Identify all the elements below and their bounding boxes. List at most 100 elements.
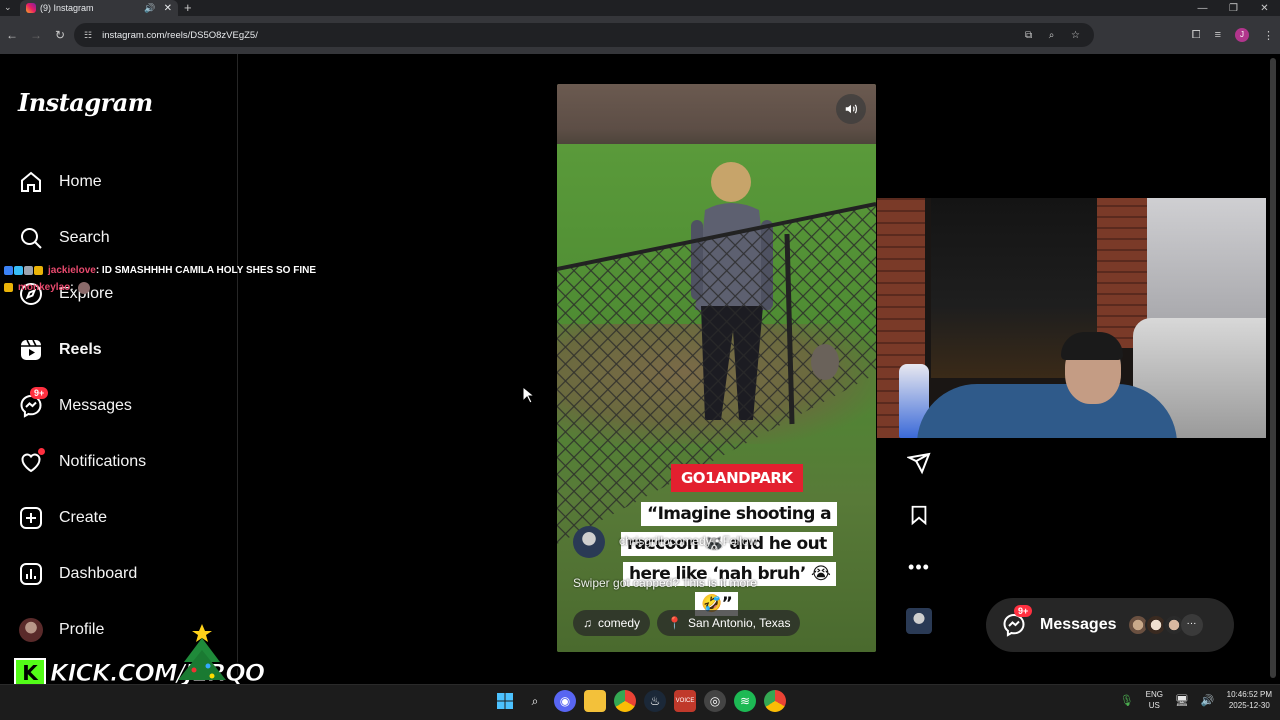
tab-audio-icon[interactable]: 🔊 [144,3,155,14]
discord-icon[interactable]: ◉ [554,690,576,712]
browser-menu-icon[interactable]: ⋮ [1263,29,1274,42]
chat-badge-icon [4,283,13,292]
instagram-page: Instagram Home Search Explore Reels 9+ M… [0,54,1280,684]
messages-badge: 9+ [30,387,49,399]
sidebar-item-create[interactable]: Create [18,501,107,535]
chrome-icon[interactable] [614,690,636,712]
steam-icon[interactable]: ♨ [644,690,666,712]
spotify-icon[interactable]: ≋ [734,690,756,712]
windows-taskbar: ⌕ ◉ ♨ VOICE ◎ ≋ 🎙 ENG US 🖥 🔊 10:46:52 PM… [0,684,1280,720]
sidebar-item-dashboard[interactable]: Dashboard [18,557,137,591]
browser-profile-avatar[interactable]: J [1235,28,1249,42]
chat-username: monkeylao [18,282,71,293]
reload-icon[interactable]: ↻ [48,28,72,42]
close-window-icon[interactable]: ✕ [1249,3,1280,14]
chat-text: : [70,282,74,293]
page-scrollbar[interactable] [1266,54,1280,684]
file-explorer-icon[interactable] [584,690,606,712]
tab-close-icon[interactable]: ✕ [164,3,172,14]
volume-icon[interactable]: 🔊 [1201,694,1215,707]
maximize-icon[interactable]: ❐ [1218,3,1249,14]
chat-badge-icon [14,266,23,275]
chat-emote-icon [77,281,90,294]
url-text[interactable]: instagram.com/reels/DS5O8zVEgZ5/ [102,30,1025,41]
dashboard-icon [18,561,44,587]
reel-description[interactable]: Swiper got capped? This is it more [573,576,757,590]
home-icon [18,169,44,195]
browser-toolbar: ← → ↻ ☷ instagram.com/reels/DS5O8zVEgZ5/… [0,16,1280,54]
send-icon [907,452,931,475]
scrollbar-thumb[interactable] [1270,58,1276,678]
instagram-sidebar: Instagram Home Search Explore Reels 9+ M… [0,54,238,684]
tab-search-chevron-icon[interactable]: ⌄ [4,2,12,13]
author-avatar[interactable] [573,526,605,558]
sidebar-item-search[interactable]: Search [18,221,110,255]
sidebar-item-notifications[interactable]: Notifications [18,445,146,479]
install-app-icon[interactable]: ⧉ [1025,30,1032,41]
obs-icon[interactable]: ◎ [704,690,726,712]
sidebar-item-label: Home [59,173,102,190]
music-note-icon: ♫ [583,616,592,630]
clock-time: 10:46:52 PM [1226,690,1272,699]
taskbar-search-icon[interactable]: ⌕ [524,690,546,712]
new-tab-button[interactable]: + [184,0,192,16]
share-button[interactable] [906,450,932,476]
chrome-profile-icon[interactable] [764,690,786,712]
chat-badge-icon [4,266,13,275]
back-icon[interactable]: ← [0,28,24,42]
save-button[interactable] [906,502,932,528]
address-bar[interactable]: ☷ instagram.com/reels/DS5O8zVEgZ5/ ⧉ ⌕ ☆ [74,23,1094,47]
heart-icon [18,448,45,475]
sidebar-item-messages[interactable]: 9+ Messages [18,387,132,423]
browser-tab[interactable]: (9) Instagram 🔊 ✕ [20,0,178,16]
sidebar-item-label: Notifications [59,453,147,470]
sidebar-item-label: Search [59,229,110,246]
messages-floating-button[interactable]: 9+ Messages ··· [986,598,1234,652]
media-controls-icon[interactable]: ≡ [1215,29,1221,41]
sidebar-item-profile[interactable]: Profile [18,613,104,647]
messages-badge: 9+ [1014,605,1033,617]
author-name[interactable]: chrisgrillocomedy • Follow [619,534,757,548]
notification-dot [38,448,45,455]
reel-video[interactable]: GO1ANDPARK “Imagine shooting a raccoon 🦝… [557,84,876,652]
minimize-icon[interactable]: — [1187,3,1218,14]
audio-pill[interactable]: ♫ comedy [573,610,651,636]
chat-message: jackielove : ID SMASHHHH CAMILA HOLY SHE… [4,262,316,279]
clock[interactable]: 10:46:52 PM 2025-12-30 [1227,689,1272,711]
plus-square-icon [18,505,44,531]
browser-tab-bar: ⌄ (9) Instagram 🔊 ✕ + — ❐ ✕ [0,0,1280,16]
zoom-icon[interactable]: ⌕ [1049,30,1055,41]
location-pill[interactable]: 📍 San Antonio, Texas [657,610,801,636]
sidebar-item-label: Create [59,509,108,526]
sidebar-item-home[interactable]: Home [18,165,102,199]
language-indicator[interactable]: ENG US [1146,689,1163,711]
sidebar-item-reels[interactable]: Reels [18,333,102,367]
more-options-button[interactable]: ••• [906,554,932,580]
extensions-icon[interactable]: ⧠ [1192,29,1201,42]
bookmark-star-icon[interactable]: ☆ [1071,30,1080,41]
audio-avatar[interactable] [906,608,932,634]
window-controls: — ❐ ✕ [1187,0,1280,16]
chat-badge-icon [34,266,43,275]
sidebar-item-label: Profile [59,621,105,638]
sidebar-item-label: Dashboard [59,565,138,582]
system-tray: 🎙 ENG US 🖥 🔊 10:46:52 PM 2025-12-30 [1120,689,1272,711]
microphone-icon[interactable]: 🎙 [1120,694,1134,707]
forward-icon[interactable]: → [24,28,48,42]
windows-start-icon[interactable] [494,690,516,712]
location-label: San Antonio, Texas [687,616,791,630]
reels-icon [18,337,44,363]
chat-badge-icon [24,266,33,275]
messages-label: Messages [1040,616,1117,633]
network-icon[interactable]: 🖥 [1175,694,1189,707]
instagram-logo[interactable]: Instagram [18,88,153,117]
speaker-icon [845,104,857,114]
chat-username: jackielove [48,265,96,276]
christmas-tree-icon [178,624,226,680]
site-info-icon[interactable]: ☷ [84,30,92,41]
mute-toggle-button[interactable] [836,94,866,124]
messenger-icon: 9+ [18,387,49,419]
language-code: ENG [1145,690,1163,699]
video-caption-line: “Imagine shooting a [641,502,838,526]
voicemeeter-icon[interactable]: VOICE [674,690,696,712]
